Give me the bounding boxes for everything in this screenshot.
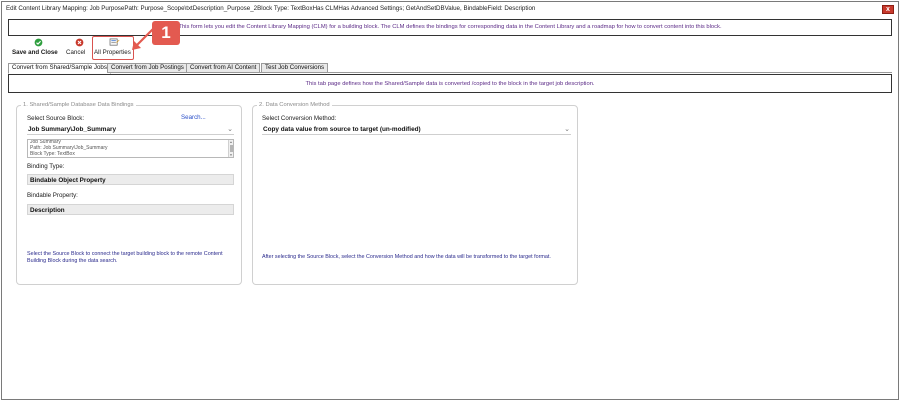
conversion-method-value: Copy data value from source to target (u… — [263, 126, 421, 133]
clm-edit-window: Edit Content Library Mapping: Job Purpos… — [1, 1, 899, 400]
data-conversion-method-panel: 2. Data Conversion Method Select Convers… — [252, 102, 578, 285]
scroll-down-icon: ▼ — [229, 153, 233, 157]
scrollbar-thumb[interactable] — [229, 145, 233, 152]
bindable-property-field: Description — [27, 204, 234, 215]
source-block-details-box[interactable]: Job Summary Path: Job Summary\Job_Summar… — [27, 139, 234, 158]
panel-legend: 2. Data Conversion Method — [257, 102, 332, 108]
source-block-value: Job Summary\Job_Summary — [28, 126, 117, 133]
tab-convert-job-postings[interactable]: Convert from Job Postings — [107, 63, 188, 73]
tab-test-job-conversions[interactable]: Test Job Conversions — [261, 63, 329, 73]
source-block-help-text: Select the Source Block to connect the t… — [27, 251, 223, 264]
conversion-method-help-text: After selecting the Source Block, select… — [262, 254, 551, 260]
all-properties-highlight-box — [92, 36, 134, 60]
window-title: Edit Content Library Mapping: Job Purpos… — [6, 5, 536, 12]
binding-type-field: Bindable Object Property — [27, 174, 234, 185]
save-and-close-label: Save and Close — [12, 49, 58, 56]
tab-info-banner: This tab page defines how the Shared/Sam… — [8, 74, 892, 93]
x-circle-icon — [75, 38, 83, 47]
conversion-method-label: Select Conversion Method: — [262, 115, 337, 122]
tab-convert-shared-sample-jobs[interactable]: Convert from Shared/Sample Jobs — [8, 63, 111, 74]
details-scrollbar[interactable]: ▲ ▼ — [228, 140, 233, 157]
search-link[interactable]: Search... — [181, 114, 206, 121]
binding-type-label: Binding Type: — [27, 163, 65, 170]
cancel-button[interactable]: Cancel — [66, 38, 92, 59]
detail-line: Block Type: TextBox — [30, 150, 75, 157]
close-button[interactable]: x — [882, 5, 894, 14]
tab-strip: Convert from Shared/Sample Jobs Convert … — [8, 63, 892, 74]
binding-type-value: Bindable Object Property — [30, 177, 106, 184]
conversion-method-dropdown[interactable]: Copy data value from source to target (u… — [262, 125, 571, 135]
cancel-label: Cancel — [66, 49, 86, 56]
source-block-dropdown[interactable]: Job Summary\Job_Summary ⌄ — [27, 125, 234, 135]
scroll-up-icon: ▲ — [229, 140, 233, 144]
select-source-block-label: Select Source Block: — [27, 115, 85, 122]
bindable-property-label: Bindable Property: — [27, 192, 78, 199]
chevron-down-icon: ⌄ — [227, 126, 233, 133]
title-bar: Edit Content Library Mapping: Job Purpos… — [2, 2, 898, 16]
bindable-property-value: Description — [30, 207, 65, 214]
save-and-close-button[interactable]: Save and Close — [12, 38, 64, 59]
chevron-down-icon: ⌄ — [564, 126, 570, 133]
tab-info-text: This tab page defines how the Shared/Sam… — [305, 81, 595, 87]
shared-sample-bindings-panel: 1. Shared/Sample Database Data Bindings … — [16, 102, 242, 285]
step-callout-badge: 1 — [152, 21, 180, 45]
panel-legend: 1. Shared/Sample Database Data Bindings — [21, 102, 136, 108]
tab-convert-ai-content[interactable]: Convert from AI Content — [186, 63, 261, 73]
check-circle-icon — [34, 38, 42, 47]
